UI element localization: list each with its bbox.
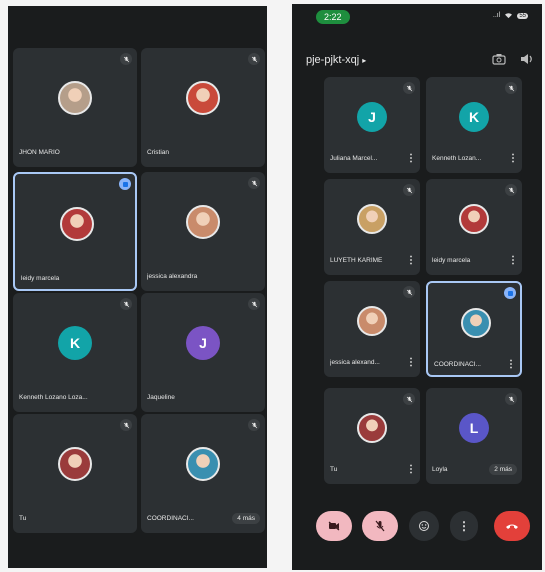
- reactions-button[interactable]: [409, 511, 439, 541]
- participant-initial-avatar: K: [459, 102, 489, 132]
- mic-muted-icon: [120, 298, 132, 310]
- chevron-right-icon: ▸: [362, 56, 367, 65]
- more-vert-icon[interactable]: ⋮: [506, 360, 516, 370]
- participant-photo-avatar: [459, 204, 489, 234]
- right-participant-tile[interactable]: jessica alexand... ⋮: [324, 281, 420, 377]
- mic-muted-icon: [120, 419, 132, 431]
- participant-photo-avatar: [357, 413, 387, 443]
- mic-muted-icon: [120, 53, 132, 65]
- mic-muted-icon: [505, 184, 517, 196]
- leave-call-button[interactable]: [494, 511, 530, 541]
- participant-photo-avatar: [357, 204, 387, 234]
- more-vert-icon[interactable]: ⋮: [406, 256, 416, 266]
- participant-photo-avatar: [60, 206, 94, 241]
- participant-name: Tu: [330, 466, 338, 473]
- mic-muted-icon: [403, 393, 415, 405]
- status-icons: ..ıl 55: [493, 12, 528, 19]
- mic-muted-icon: [403, 82, 415, 94]
- more-vert-icon[interactable]: ⋮: [406, 358, 416, 368]
- right-participant-tile[interactable]: K Kenneth Lozan... ⋮: [426, 77, 522, 173]
- participant-name: Cristian: [147, 149, 170, 156]
- more-vert-icon[interactable]: ⋮: [508, 256, 518, 266]
- participant-initial-avatar: J: [357, 102, 387, 132]
- mic-off-button[interactable]: [362, 511, 398, 541]
- left-participant-tile[interactable]: K Kenneth Lozano Loza...: [13, 293, 137, 412]
- participant-photo-avatar: [186, 446, 220, 481]
- participant-initial-avatar: J: [186, 325, 220, 360]
- camera-off-icon: [328, 521, 340, 531]
- mic-muted-icon: [505, 393, 517, 405]
- right-participant-tile[interactable]: L Loyla 2 más: [426, 388, 522, 484]
- right-participant-tile[interactable]: COORDINACI... ⋮: [426, 281, 522, 377]
- speaking-indicator-icon: [504, 287, 516, 299]
- mic-muted-icon: [248, 53, 260, 65]
- status-time: 2:22: [316, 10, 350, 24]
- emoji-icon: [418, 520, 430, 532]
- status-bar: 2:22 ..ıl 55: [316, 10, 538, 26]
- battery-icon: 55: [517, 12, 528, 19]
- left-participant-tile[interactable]: Tu: [13, 414, 137, 533]
- signal-icon: ..ıl: [492, 12, 501, 19]
- participant-initial-avatar: L: [459, 413, 489, 443]
- left-participant-tile[interactable]: jessica alexandra: [141, 172, 265, 291]
- left-phone-screen: JHON MARIO Cristian leidy marcela jessica a…: [8, 6, 267, 568]
- mic-muted-icon: [505, 82, 517, 94]
- more-options-button[interactable]: ⋮: [450, 511, 478, 541]
- more-participants-badge[interactable]: 4 más: [232, 513, 260, 524]
- participant-name: COORDINACI...: [434, 361, 481, 368]
- more-vert-icon[interactable]: ⋮: [406, 465, 416, 475]
- mic-muted-icon: [248, 298, 260, 310]
- participant-photo-avatar: [58, 446, 92, 481]
- participant-name: jessica alexand...: [330, 359, 380, 366]
- meeting-code[interactable]: pje-pjkt-xqj ▸: [306, 54, 366, 66]
- mic-muted-icon: [403, 286, 415, 298]
- speaking-indicator-icon: [119, 178, 131, 190]
- left-participant-tile[interactable]: J Jaqueline: [141, 293, 265, 412]
- more-vert-icon: ⋮: [458, 519, 470, 533]
- participant-name: Juliana Marcel...: [330, 155, 378, 162]
- participant-initial-avatar: K: [58, 325, 92, 360]
- mic-muted-icon: [403, 184, 415, 196]
- camera-off-button[interactable]: [316, 511, 352, 541]
- speaker-icon[interactable]: [520, 52, 534, 70]
- participant-name: JHON MARIO: [19, 149, 60, 156]
- mic-muted-icon: [248, 177, 260, 189]
- right-participant-tile[interactable]: leidy marcela ⋮: [426, 179, 522, 275]
- participant-name: Jaqueline: [147, 394, 175, 401]
- left-participant-tile[interactable]: Cristian: [141, 48, 265, 167]
- participant-name: Tu: [19, 515, 27, 522]
- participant-name: LUYETH KARIME: [330, 257, 383, 264]
- participant-name: Kenneth Lozano Loza...: [19, 394, 88, 401]
- right-participant-tile[interactable]: LUYETH KARIME ⋮: [324, 179, 420, 275]
- participant-photo-avatar: [186, 80, 220, 115]
- right-participant-tile[interactable]: J Juliana Marcel... ⋮: [324, 77, 420, 173]
- participant-name: Loyla: [432, 466, 448, 473]
- mic-off-icon: [375, 520, 385, 532]
- more-vert-icon[interactable]: ⋮: [508, 154, 518, 164]
- hangup-icon: [505, 522, 519, 530]
- participant-name: leidy marcela: [432, 257, 471, 264]
- participant-photo-avatar: [357, 306, 387, 336]
- left-participant-tile[interactable]: leidy marcela: [13, 172, 137, 291]
- left-participant-tile[interactable]: JHON MARIO: [13, 48, 137, 167]
- more-vert-icon[interactable]: ⋮: [406, 154, 416, 164]
- participant-name: jessica alexandra: [147, 273, 198, 280]
- right-phone-screen: 2:22 ..ıl 55 pje-pjkt-xqj ▸ J Juliana Mar…: [292, 4, 542, 570]
- wifi-icon: [505, 13, 513, 19]
- left-participant-tile[interactable]: COORDINACI... 4 más: [141, 414, 265, 533]
- participant-name: Kenneth Lozan...: [432, 155, 482, 162]
- participant-name: leidy marcela: [21, 275, 60, 282]
- meeting-code-label: pje-pjkt-xqj: [306, 54, 360, 66]
- participant-photo-avatar: [186, 204, 220, 239]
- participant-name: COORDINACI...: [147, 515, 194, 522]
- more-participants-badge[interactable]: 2 más: [489, 464, 517, 475]
- camera-switch-icon[interactable]: [492, 52, 506, 70]
- participant-photo-avatar: [58, 80, 92, 115]
- right-participant-tile[interactable]: Tu ⋮: [324, 388, 420, 484]
- participant-photo-avatar: [461, 308, 491, 338]
- mic-muted-icon: [248, 419, 260, 431]
